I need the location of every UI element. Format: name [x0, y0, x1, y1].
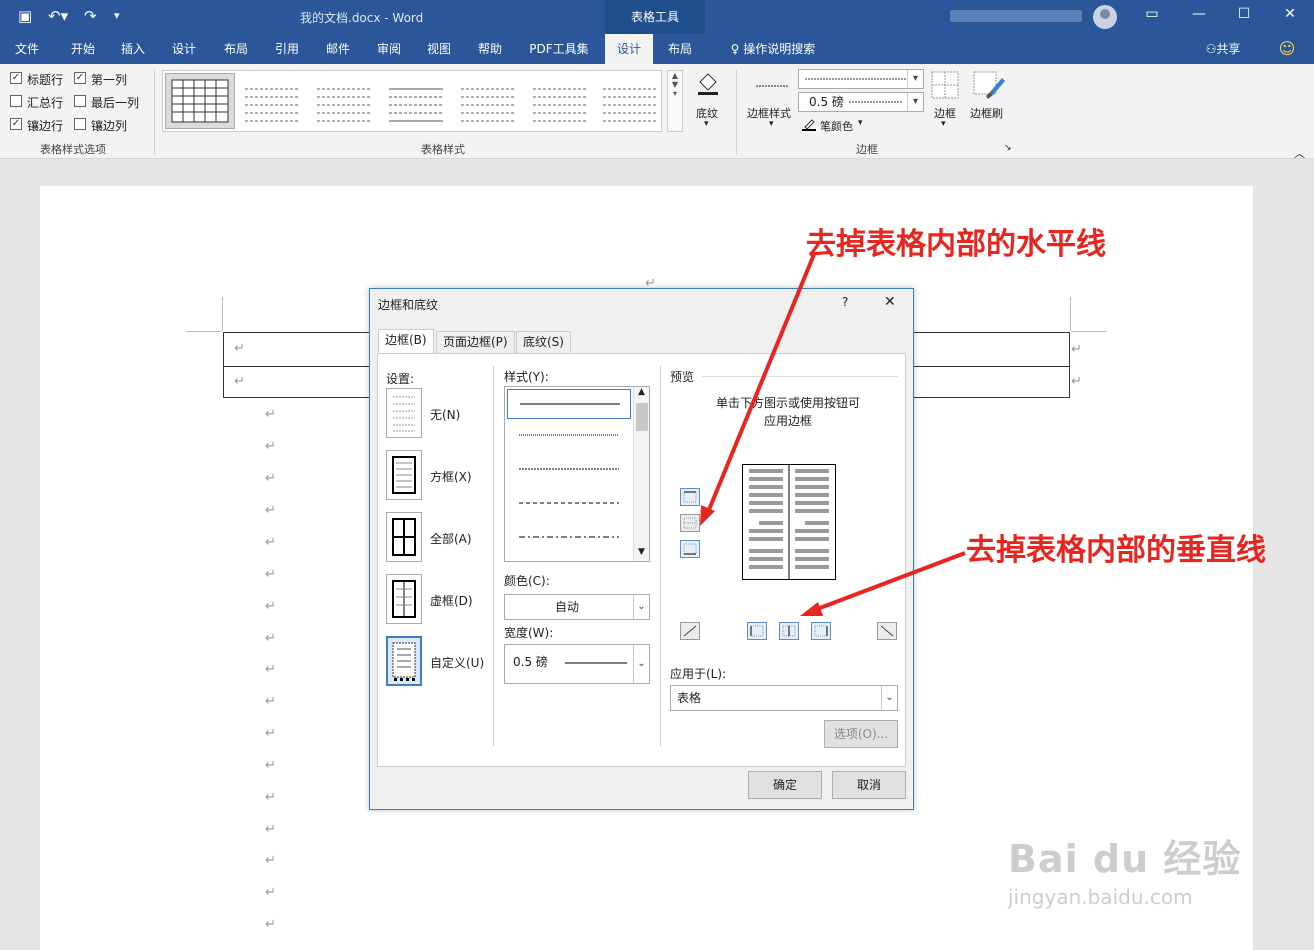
baidu-watermark-logo: Bai du 经验 jingyan.baidu.com	[1008, 837, 1242, 909]
annotation-arrows	[700, 251, 966, 616]
annotation-horizontal-lines: 去掉表格内部的水平线	[806, 227, 1106, 262]
annotation-vertical-lines: 去掉表格内部的垂直线	[966, 533, 1266, 568]
